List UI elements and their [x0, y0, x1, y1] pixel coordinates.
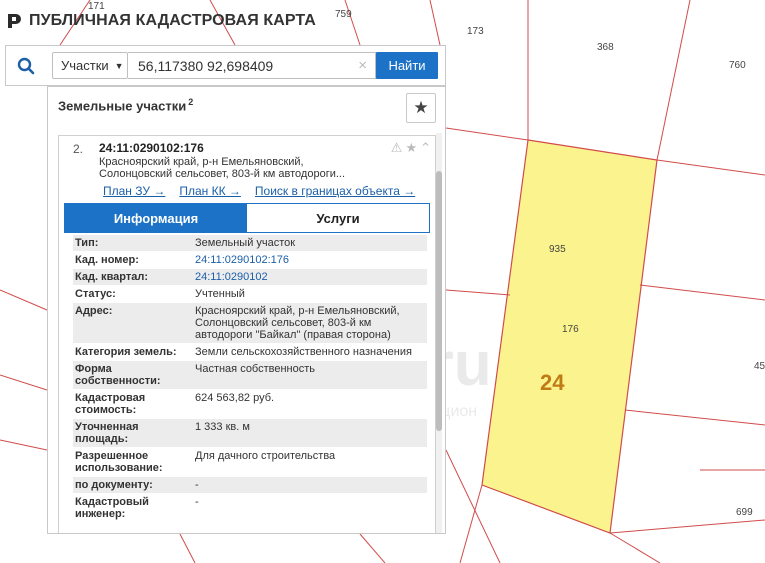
card-address-line2: Солонцовский сельсовет, 803-й км автодор…: [99, 168, 346, 180]
card-address: Красноярский край, р-н Емельяновский, Со…: [99, 156, 399, 180]
results-count: 2: [188, 97, 194, 107]
tab-info[interactable]: Информация: [65, 204, 247, 232]
info-value: Учтенный: [195, 288, 245, 300]
info-row-status: Статус: Учтенный: [73, 285, 427, 302]
plan-kk-link[interactable]: План КК →: [179, 184, 241, 198]
parcel-label-759: 759: [335, 9, 352, 20]
info-key: Кадастровая стоимость:: [75, 392, 146, 416]
warning-icon[interactable]: ⚠: [391, 140, 403, 156]
card-index: 2.: [73, 142, 84, 156]
parcel-label-935: 935: [549, 244, 566, 255]
chevron-up-icon[interactable]: ⌃: [420, 140, 431, 156]
card-tabs: Информация Услуги: [64, 203, 430, 233]
app-title: ПУБЛИЧНАЯ КАДАСТРОВАЯ КАРТА: [29, 12, 316, 29]
info-key: по документу:: [75, 479, 153, 491]
info-key: Кад. квартал:: [75, 271, 149, 283]
parcel-label-176: 176: [562, 324, 579, 335]
app-header: ПУБЛИЧНАЯ КАДАСТРОВАЯ КАРТА: [0, 0, 316, 42]
info-row-by-document: по документу: -: [73, 476, 427, 493]
panel-title-text: Земельные участки: [58, 98, 187, 114]
info-value: Земли сельскохозяйственного назначения: [195, 346, 412, 358]
info-value: -: [195, 479, 199, 491]
card-address-line1: Красноярский край, р-н Емельяновский,: [99, 156, 304, 168]
card-cad-number[interactable]: 24:11:0290102:176: [99, 141, 204, 155]
info-value: 1 333 кв. м: [195, 421, 250, 433]
info-key: Разрешенное использование:: [75, 450, 163, 474]
info-row-cad-cost: Кадастровая стоимость: 624 563,82 руб.: [73, 389, 427, 418]
parcel-label-368: 368: [597, 42, 614, 53]
info-row-ownership: Форма собственности: Частная собственнос…: [73, 360, 427, 389]
info-value: Красноярский край, р-н Емельяновский, Со…: [195, 305, 400, 341]
info-key: Статус:: [75, 288, 116, 300]
parcel-label-45: 45: [754, 361, 765, 372]
info-value-link[interactable]: 24:11:0290102: [193, 269, 427, 285]
tab-services[interactable]: Услуги: [247, 204, 429, 232]
info-value: -: [195, 496, 199, 508]
find-button[interactable]: Найти: [376, 52, 438, 79]
info-value: 624 563,82 руб.: [195, 392, 275, 404]
search-icon[interactable]: [6, 46, 46, 86]
info-value: Земельный участок: [195, 237, 296, 249]
chevron-down-icon: ▼: [114, 60, 124, 71]
plan-zu-link[interactable]: План ЗУ →: [103, 184, 165, 198]
info-key: Адрес:: [75, 305, 113, 317]
info-table: Тип: Земельный участок Кад. номер: 24:11…: [73, 234, 427, 522]
info-key: Кад. номер:: [75, 254, 139, 266]
favorite-button[interactable]: ★: [406, 93, 436, 123]
info-key: Тип:: [75, 237, 99, 249]
info-key: Категория земель:: [75, 346, 177, 358]
parcel-label-699: 699: [736, 507, 753, 518]
star-icon: ★: [413, 98, 429, 117]
parcel-card: 2. 24:11:0290102:176 Красноярский край, …: [58, 135, 436, 533]
pkk-logo-icon[interactable]: [5, 12, 23, 30]
info-row-cad-number: Кад. номер: 24:11:0290102:176: [73, 251, 427, 268]
search-input[interactable]: 56,117380 92,698409 ×: [128, 52, 376, 79]
info-value: Для дачного строительства: [195, 450, 336, 462]
search-query: 56,117380 92,698409: [138, 57, 274, 74]
info-row-cad-quarter: Кад. квартал: 24:11:0290102: [73, 268, 427, 285]
info-row-type: Тип: Земельный участок: [73, 234, 427, 251]
clear-icon[interactable]: ×: [358, 57, 367, 74]
info-row-address: Адрес: Красноярский край, р-н Емельяновс…: [73, 302, 427, 343]
info-key: Уточненная площадь:: [75, 421, 139, 445]
info-key: Кадастровый инженер:: [75, 496, 149, 520]
card-links: План ЗУ → План КК → Поиск в границах объ…: [103, 184, 415, 198]
info-row-permitted-use: Разрешенное использование: Для дачного с…: [73, 447, 427, 476]
info-row-land-category: Категория земель: Земли сельскохозяйстве…: [73, 343, 427, 360]
info-key: Форма собственности:: [75, 363, 161, 387]
info-value: Частная собственность: [195, 363, 316, 375]
results-panel: Земельные участки 2 ★ 2. 24:11:0290102:17…: [47, 86, 446, 534]
scrollbar-thumb[interactable]: [436, 171, 442, 431]
parcel-label-173: 173: [467, 26, 484, 37]
panel-title: Земельные участки 2: [58, 97, 193, 113]
info-row-cad-engineer: Кадастровый инженер: -: [73, 493, 427, 522]
quarter-label: 24: [540, 370, 565, 395]
search-bar: Участки ▼ 56,117380 92,698409 × Найти: [5, 45, 446, 86]
info-value-link[interactable]: 24:11:0290102:176: [193, 252, 427, 268]
parcel-label-760: 760: [729, 60, 746, 71]
search-type-select[interactable]: Участки ▼: [52, 52, 128, 79]
star-icon[interactable]: ★: [405, 140, 417, 156]
info-row-area: Уточненная площадь: 1 333 кв. м: [73, 418, 427, 447]
search-type-label: Участки: [61, 58, 109, 73]
search-bounds-link[interactable]: Поиск в границах объекта →: [255, 184, 415, 198]
card-icons: ⚠ ★ ⌃: [391, 140, 431, 156]
